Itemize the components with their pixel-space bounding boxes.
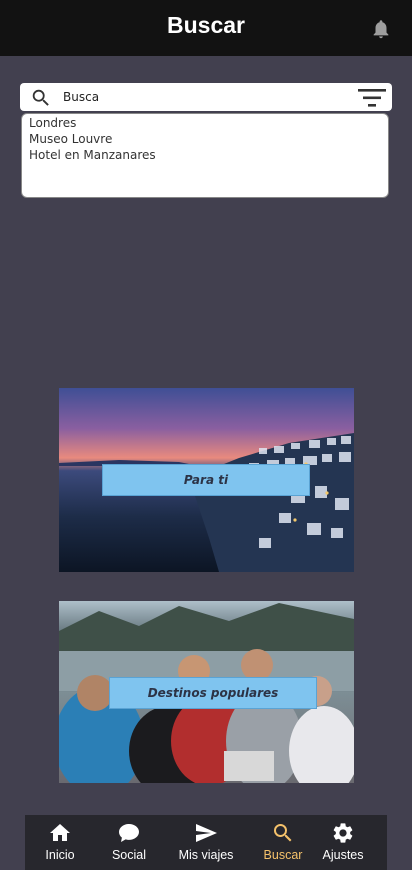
nav-label: Social — [111, 848, 147, 862]
suggestion-item[interactable]: Hotel en Manzanares — [29, 147, 381, 163]
nav-item-social[interactable]: Social — [93, 821, 165, 863]
bottom-navigation: Inicio Social Mis viajes Buscar Ajustes — [25, 815, 387, 870]
chat-icon — [119, 824, 139, 842]
card-label: Destinos populares — [109, 677, 317, 709]
page-title: Buscar — [167, 12, 245, 38]
filter-icon[interactable] — [358, 87, 386, 109]
nav-item-inicio[interactable]: Inicio — [24, 821, 96, 863]
bell-icon[interactable] — [370, 18, 392, 40]
destinos-populares-card[interactable]: Destinos populares — [59, 601, 354, 783]
suggestion-item[interactable]: Museo Louvre — [29, 131, 381, 147]
suggestion-item[interactable]: Londres — [29, 115, 381, 131]
home-icon — [50, 824, 70, 841]
send-icon — [196, 824, 217, 842]
search-bar — [20, 83, 392, 111]
gear-icon — [333, 823, 353, 843]
nav-label: Mis viajes — [178, 848, 234, 862]
nav-label: Inicio — [45, 848, 75, 862]
card-label: Para ti — [102, 464, 310, 496]
nav-item-ajustes[interactable]: Ajustes — [307, 821, 379, 863]
search-icon — [274, 824, 292, 842]
search-icon — [32, 89, 49, 106]
search-input[interactable] — [63, 86, 343, 108]
search-suggestions: Londres Museo Louvre Hotel en Manzanares — [21, 113, 389, 198]
nav-item-mis-viajes[interactable]: Mis viajes — [170, 821, 242, 863]
para-ti-card[interactable]: Para ti — [59, 388, 354, 572]
nav-label: Ajustes — [322, 848, 364, 862]
app-bar: Buscar — [0, 0, 412, 56]
